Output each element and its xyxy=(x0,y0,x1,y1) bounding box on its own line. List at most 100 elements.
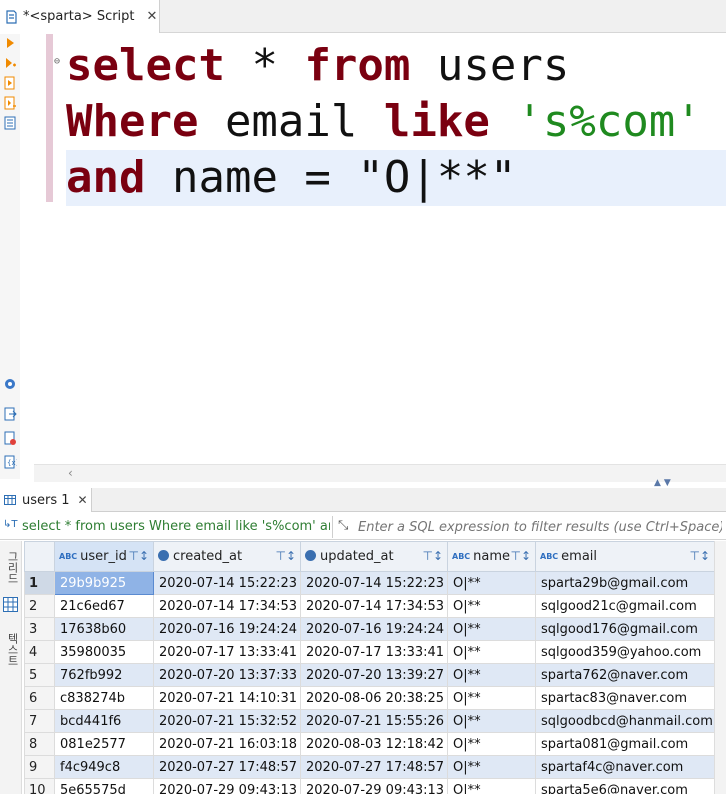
user-id-cell[interactable]: bcd441f6 xyxy=(54,709,154,733)
email-cell[interactable]: sparta5e6@naver.com xyxy=(535,778,714,794)
filter-input[interactable] xyxy=(358,518,722,536)
table-row[interactable]: 5 762fb992 2020-07-20 13:37:33 2020-07-20 1… xyxy=(24,663,714,687)
filter-query-text[interactable]: select * from users Where email like 's%… xyxy=(22,519,330,534)
save-script-icon[interactable] xyxy=(3,431,17,445)
expand-icon[interactable]: ⤡ xyxy=(338,518,348,533)
execute-script-new-tab-icon[interactable] xyxy=(3,96,17,110)
name-cell[interactable]: O|** xyxy=(447,755,536,779)
filter-sort-icon[interactable]: ⊤↕ xyxy=(128,549,149,563)
updated-at-cell[interactable]: 2020-08-06 20:38:25 xyxy=(300,686,448,710)
text-mode-label[interactable]: 텍스트 xyxy=(4,633,20,666)
filter-sort-icon[interactable]: ⊤↕ xyxy=(275,549,296,563)
created-at-cell[interactable]: 2020-07-27 17:48:57 xyxy=(153,755,301,779)
created-at-cell[interactable]: 2020-07-14 15:22:23 xyxy=(153,571,301,595)
row-number[interactable]: 7 xyxy=(24,709,55,733)
email-cell[interactable]: sqlgoodbcd@hanmail.com xyxy=(535,709,714,733)
filter-sort-icon[interactable]: ⊤↕ xyxy=(510,549,531,563)
name-cell[interactable]: O|** xyxy=(447,594,536,618)
grid-mode-label[interactable]: 그리드 xyxy=(4,551,20,584)
row-number[interactable]: 9 xyxy=(24,755,55,779)
name-cell[interactable]: O|** xyxy=(447,732,536,756)
table-row[interactable]: 1 29b9b925 2020-07-14 15:22:23 2020-07-14 1… xyxy=(24,571,714,595)
column-header-created-at[interactable]: created_at ⊤↕ xyxy=(153,541,301,572)
created-at-cell[interactable]: 2020-07-20 13:37:33 xyxy=(153,663,301,687)
user-id-cell[interactable]: c838274b xyxy=(54,686,154,710)
column-header-name[interactable]: ABC name ⊤↕ xyxy=(447,541,536,572)
user-id-cell[interactable]: 29b9b925 xyxy=(54,571,154,595)
created-at-cell[interactable]: 2020-07-29 09:43:13 xyxy=(153,778,301,794)
code-area[interactable]: select * from users Where email like 's%… xyxy=(66,38,726,206)
row-number[interactable]: 5 xyxy=(24,663,55,687)
email-cell[interactable]: spartac83@naver.com xyxy=(535,686,714,710)
close-icon[interactable]: ✕ xyxy=(147,9,158,24)
email-cell[interactable]: sparta29b@gmail.com xyxy=(535,571,714,595)
name-cell[interactable]: O|** xyxy=(447,709,536,733)
created-at-cell[interactable]: 2020-07-21 14:10:31 xyxy=(153,686,301,710)
created-at-cell[interactable]: 2020-07-16 19:24:24 xyxy=(153,617,301,641)
table-row[interactable]: 10 5e65575d 2020-07-29 09:43:13 2020-07-29 … xyxy=(24,778,714,794)
created-at-cell[interactable]: 2020-07-21 16:03:18 xyxy=(153,732,301,756)
user-id-cell[interactable]: 762fb992 xyxy=(54,663,154,687)
user-id-cell[interactable]: 5e65575d xyxy=(54,778,154,794)
tab-users-1[interactable]: users 1 ✕ xyxy=(0,488,92,512)
table-row[interactable]: 2 21c6ed67 2020-07-14 17:34:53 2020-07-14 1… xyxy=(24,594,714,618)
updated-at-cell[interactable]: 2020-07-20 13:39:27 xyxy=(300,663,448,687)
updated-at-cell[interactable]: 2020-08-03 12:18:42 xyxy=(300,732,448,756)
table-row[interactable]: 6 c838274b 2020-07-21 14:10:31 2020-08-06 2… xyxy=(24,686,714,710)
column-header-email[interactable]: ABC email ⊤↕ xyxy=(535,541,714,572)
created-at-cell[interactable]: 2020-07-17 13:33:41 xyxy=(153,640,301,664)
updated-at-cell[interactable]: 2020-07-14 17:34:53 xyxy=(300,594,448,618)
row-number[interactable]: 10 xyxy=(24,778,55,794)
updated-at-cell[interactable]: 2020-07-27 17:48:57 xyxy=(300,755,448,779)
email-cell[interactable]: sparta081@gmail.com xyxy=(535,732,714,756)
name-cell[interactable]: O|** xyxy=(447,663,536,687)
user-id-cell[interactable]: f4c949c8 xyxy=(54,755,154,779)
email-cell[interactable]: spartaf4c@naver.com xyxy=(535,755,714,779)
tab-script[interactable]: *<sparta> Script ✕ xyxy=(0,0,160,33)
name-cell[interactable]: O|** xyxy=(447,617,536,641)
row-number[interactable]: 4 xyxy=(24,640,55,664)
filter-sort-icon[interactable]: ⊤↕ xyxy=(422,549,443,563)
scroll-left-icon[interactable]: ‹ xyxy=(68,466,73,480)
row-number[interactable]: 1 xyxy=(24,571,55,595)
sql-editor[interactable]: ⊖ select * from users Where email like '… xyxy=(34,34,726,464)
grid-vertical-scrollbar[interactable] xyxy=(714,541,726,794)
row-number[interactable]: 6 xyxy=(24,686,55,710)
export-icon[interactable] xyxy=(3,407,17,421)
user-id-cell[interactable]: 081e2577 xyxy=(54,732,154,756)
updated-at-cell[interactable]: 2020-07-21 15:55:26 xyxy=(300,709,448,733)
column-header-user-id[interactable]: ABC user_id ⊤↕ xyxy=(54,541,154,572)
email-cell[interactable]: sparta762@naver.com xyxy=(535,663,714,687)
filter-sort-icon[interactable]: ⊤↕ xyxy=(689,549,710,563)
execute-statement-icon[interactable] xyxy=(3,36,17,50)
email-cell[interactable]: sqlgood359@yahoo.com xyxy=(535,640,714,664)
table-row[interactable]: 3 17638b60 2020-07-16 19:24:24 2020-07-16 1… xyxy=(24,617,714,641)
execute-new-tab-icon[interactable] xyxy=(3,56,17,70)
execute-script-icon[interactable] xyxy=(3,76,17,90)
name-cell[interactable]: O|** xyxy=(447,686,536,710)
user-id-cell[interactable]: 35980035 xyxy=(54,640,154,664)
updated-at-cell[interactable]: 2020-07-29 09:43:13 xyxy=(300,778,448,794)
results-grid[interactable]: ABC user_id ⊤↕ created_at ⊤↕ updated_at ⊤… xyxy=(24,541,714,794)
panel-toggle-arrows-icon[interactable]: ▲▼ xyxy=(654,478,674,488)
name-cell[interactable]: O|** xyxy=(447,778,536,794)
fold-collapse-icon[interactable]: ⊖ xyxy=(54,56,60,67)
updated-at-cell[interactable]: 2020-07-14 15:22:23 xyxy=(300,571,448,595)
created-at-cell[interactable]: 2020-07-14 17:34:53 xyxy=(153,594,301,618)
email-cell[interactable]: sqlgood21c@gmail.com xyxy=(535,594,714,618)
name-cell[interactable]: O|** xyxy=(447,571,536,595)
grid-icon[interactable] xyxy=(3,597,18,612)
table-row[interactable]: 7 bcd441f6 2020-07-21 15:32:52 2020-07-21 1… xyxy=(24,709,714,733)
updated-at-cell[interactable]: 2020-07-16 19:24:24 xyxy=(300,617,448,641)
updated-at-cell[interactable]: 2020-07-17 13:33:41 xyxy=(300,640,448,664)
table-row[interactable]: 4 35980035 2020-07-17 13:33:41 2020-07-17 1… xyxy=(24,640,714,664)
explain-plan-icon[interactable] xyxy=(3,116,17,130)
gear-icon[interactable] xyxy=(3,377,17,391)
user-id-cell[interactable]: 17638b60 xyxy=(54,617,154,641)
variables-icon[interactable]: {x} xyxy=(3,455,17,469)
user-id-cell[interactable]: 21c6ed67 xyxy=(54,594,154,618)
close-icon[interactable]: ✕ xyxy=(78,493,88,507)
table-row[interactable]: 9 f4c949c8 2020-07-27 17:48:57 2020-07-27 1… xyxy=(24,755,714,779)
created-at-cell[interactable]: 2020-07-21 15:32:52 xyxy=(153,709,301,733)
table-row[interactable]: 8 081e2577 2020-07-21 16:03:18 2020-08-03 1… xyxy=(24,732,714,756)
